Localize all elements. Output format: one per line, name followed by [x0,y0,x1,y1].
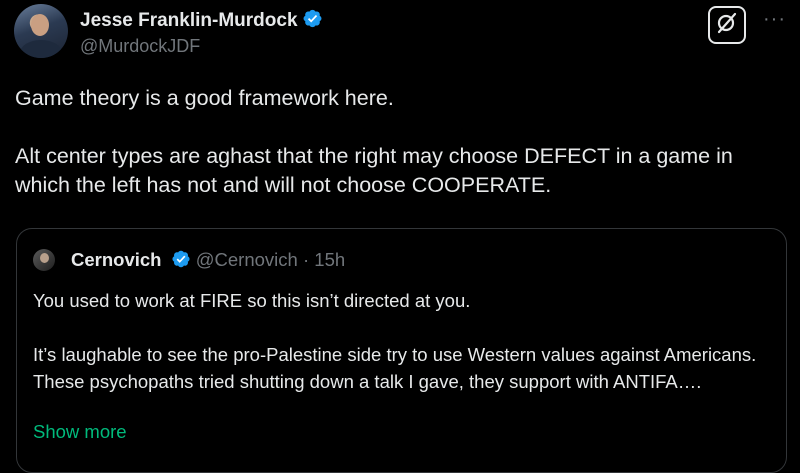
show-more-link[interactable]: Show more [33,421,127,443]
author-avatar[interactable] [14,4,68,58]
avatar-head [31,14,49,36]
tweet-paragraph: Game theory is a good framework here. [15,86,394,110]
quote-avatar-head [40,253,49,263]
quote-paragraph: It’s laughable to see the pro-Palestine … [33,344,757,392]
quoted-tweet[interactable]: Cernovich @Cernovich · 15h You used to w… [16,228,787,473]
grok-button[interactable] [708,6,746,44]
quote-body: You used to work at FIRE so this isn’t d… [33,287,773,395]
quote-verified-badge-icon [171,249,191,274]
quote-author-handle: @Cernovich [195,249,298,270]
quote-separator: · [302,249,310,270]
quote-author-avatar [33,249,55,271]
author-name[interactable]: Jesse Franklin-Murdock [80,10,298,31]
author-handle[interactable]: @MurdockJDF [80,36,200,57]
grok-icon [715,11,739,40]
quote-header: Cernovich @Cernovich · 15h [71,249,345,274]
avatar-shoulders [20,40,62,58]
verified-badge-icon [302,8,323,35]
more-options-icon[interactable]: ··· [763,8,786,31]
quote-author-name: Cernovich [71,249,162,270]
quote-paragraph: You used to work at FIRE so this isn’t d… [33,290,471,311]
quote-timestamp: 15h [314,249,346,270]
author-name-row[interactable]: Jesse Franklin-Murdock [80,8,323,35]
tweet-paragraph: Alt center types are aghast that the rig… [15,144,733,197]
tweet-body: Game theory is a good framework here. Al… [15,84,790,200]
